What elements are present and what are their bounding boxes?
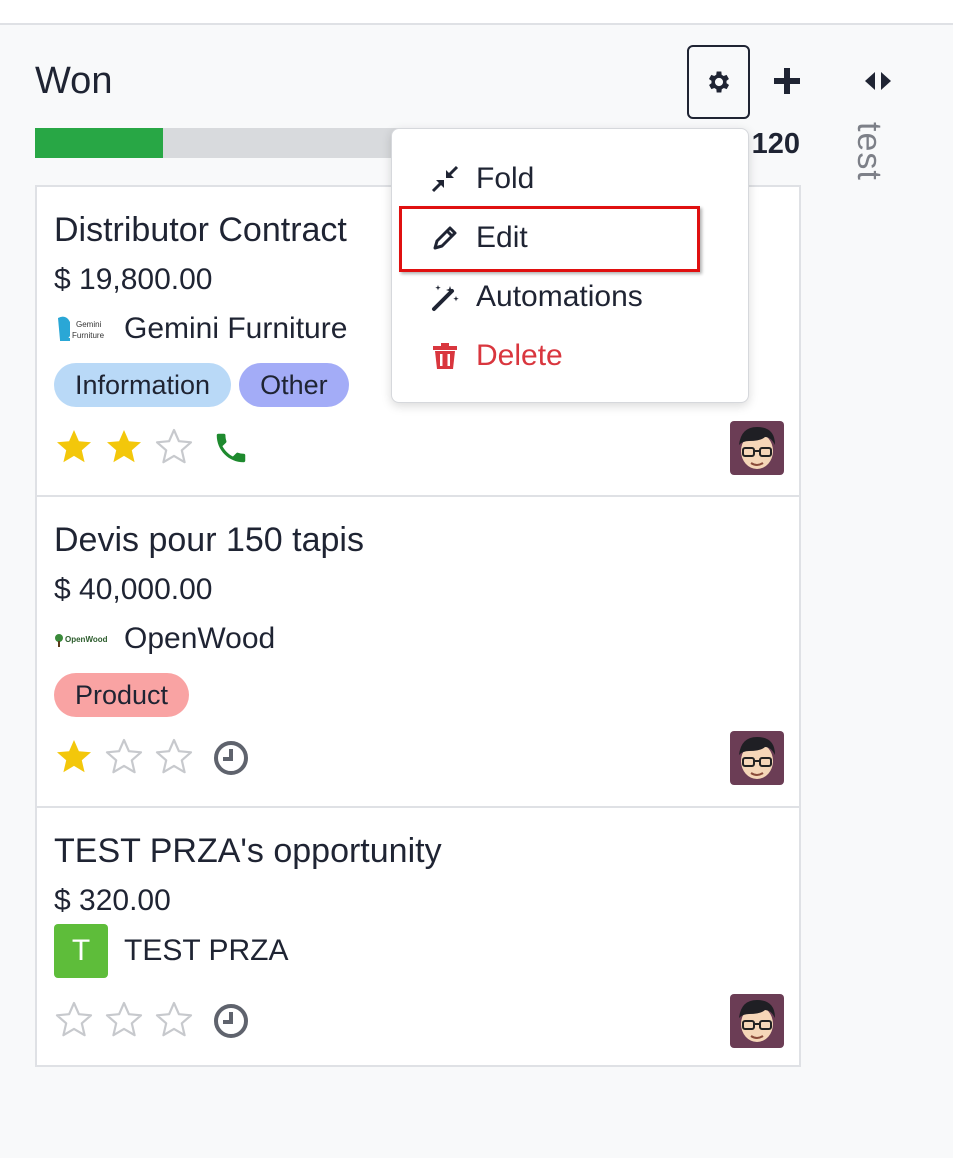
svg-text:OpenWood: OpenWood	[65, 635, 108, 644]
card-title: Devis pour 150 tapis	[54, 521, 364, 559]
card-amount: $ 40,000.00	[54, 573, 213, 606]
card-amount: $ 320.00	[54, 884, 171, 917]
openwood-logo: OpenWood	[54, 619, 108, 659]
svg-text:Furniture: Furniture	[72, 331, 105, 340]
quick-create-button[interactable]	[768, 62, 806, 100]
card-footer	[54, 731, 784, 785]
card-partner: Gemini Furniture Gemini Furniture	[54, 309, 347, 349]
tag-other: Other	[239, 363, 349, 407]
menu-item-label: Edit	[476, 221, 528, 254]
priority-stars[interactable]	[54, 737, 194, 777]
partner-name: OpenWood	[124, 622, 276, 655]
star-filled-icon[interactable]	[54, 737, 94, 777]
partner-initial-avatar: T	[54, 924, 108, 978]
tag-product: Product	[54, 673, 190, 717]
star-empty-icon[interactable]	[104, 1000, 144, 1040]
salesperson-avatar[interactable]	[730, 731, 784, 785]
menu-item-automations[interactable]: Automations	[392, 269, 750, 325]
star-empty-icon[interactable]	[104, 737, 144, 777]
star-empty-icon[interactable]	[154, 737, 194, 777]
card-tags: Information Other	[54, 363, 349, 407]
menu-item-fold[interactable]: Fold	[392, 151, 750, 207]
card-title: Distributor Contract	[54, 211, 347, 249]
column-total: 120	[751, 128, 800, 160]
menu-item-label: Delete	[476, 339, 563, 372]
gear-icon	[708, 71, 729, 93]
salesperson-avatar[interactable]	[730, 421, 784, 475]
unfold-column-button[interactable]	[858, 66, 898, 96]
card-amount: $ 19,800.00	[54, 263, 213, 296]
menu-item-delete[interactable]: Delete	[392, 328, 750, 384]
compress-icon	[430, 164, 460, 194]
card-footer	[54, 994, 784, 1048]
star-empty-icon[interactable]	[154, 427, 194, 467]
partner-name: Gemini Furniture	[124, 312, 348, 345]
star-empty-icon[interactable]	[54, 1000, 94, 1040]
kanban-card[interactable]: TEST PRZA's opportunity $ 320.00 T TEST …	[37, 808, 799, 1065]
folded-column-label: test	[850, 122, 888, 181]
folded-column-test[interactable]: test	[850, 118, 890, 198]
svg-text:Gemini: Gemini	[76, 320, 102, 329]
clock-icon[interactable]	[212, 1002, 250, 1040]
priority-stars[interactable]	[54, 1000, 194, 1040]
card-partner: T TEST PRZA	[54, 924, 288, 978]
trash-icon	[430, 341, 460, 371]
expand-arrows-icon	[865, 72, 891, 90]
card-title: TEST PRZA's opportunity	[54, 832, 442, 870]
menu-item-label: Fold	[476, 162, 535, 195]
plus-icon	[774, 68, 800, 94]
magic-wand-icon	[430, 282, 460, 312]
column-settings-dropdown: Fold Edit Automations Delete	[391, 128, 749, 403]
menu-item-edit[interactable]: Edit	[392, 210, 750, 266]
partner-name: TEST PRZA	[124, 934, 289, 967]
pencil-icon	[430, 223, 460, 253]
star-filled-icon[interactable]	[54, 427, 94, 467]
card-partner: OpenWood OpenWood	[54, 619, 275, 659]
top-bar	[0, 0, 953, 25]
column-settings-button[interactable]	[687, 45, 750, 119]
menu-item-label: Automations	[476, 280, 643, 313]
priority-stars[interactable]	[54, 427, 194, 467]
kanban-card[interactable]: Devis pour 150 tapis $ 40,000.00 OpenWoo…	[37, 497, 799, 808]
column-title[interactable]: Won	[35, 60, 112, 103]
card-footer	[54, 421, 784, 475]
star-filled-icon[interactable]	[104, 427, 144, 467]
card-tags: Product	[54, 673, 190, 717]
phone-icon[interactable]	[212, 429, 250, 467]
tag-information: Information	[54, 363, 232, 407]
salesperson-avatar[interactable]	[730, 994, 784, 1048]
gemini-furniture-logo: Gemini Furniture	[54, 309, 108, 349]
clock-icon[interactable]	[212, 739, 250, 777]
star-empty-icon[interactable]	[154, 1000, 194, 1040]
progress-fill-won[interactable]	[35, 128, 164, 158]
